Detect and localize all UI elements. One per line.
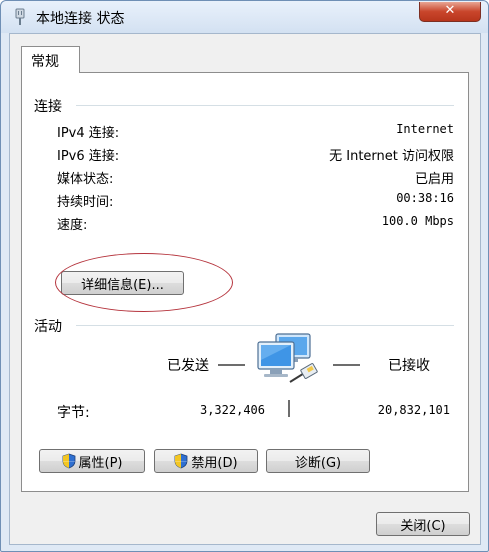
bytes-received-value: 20,832,101: [377, 403, 450, 417]
close-button-label: 关闭(C): [400, 518, 446, 534]
speed-value: 100.0 Mbps: [381, 214, 454, 228]
diagnose-button[interactable]: 诊断(G): [266, 449, 370, 473]
details-button[interactable]: 详细信息(E)...: [61, 271, 184, 295]
tab-general[interactable]: 常规: [21, 46, 80, 73]
duration-value: 00:38:16: [396, 191, 454, 205]
ipv6-value: 无 Internet 访问权限: [329, 149, 454, 164]
connection-heading: 连接: [34, 99, 62, 115]
bytes-label: 字节:: [57, 405, 90, 421]
activity-separator: [288, 400, 290, 417]
speed-label: 速度:: [57, 218, 88, 233]
uac-shield-icon: [175, 453, 188, 469]
received-label: 已接收: [388, 358, 430, 374]
connection-divider: [76, 105, 454, 106]
ipv6-label: IPv6 连接:: [57, 149, 120, 164]
sent-dash: [218, 364, 245, 366]
network-adapter-icon: [15, 8, 25, 25]
uac-shield-icon: [62, 453, 75, 469]
close-icon: ✕: [444, 3, 456, 18]
status-window: 本地连接 状态 ✕ 常规 连接 IPv4 连接: Internet IPv6 连…: [0, 0, 489, 552]
activity-divider: [76, 325, 454, 326]
tab-panel: 连接 IPv4 连接: Internet IPv6 连接: 无 Internet…: [21, 72, 469, 492]
received-dash: [333, 364, 360, 366]
window-title: 本地连接 状态: [36, 11, 125, 27]
network-computers-icon: [257, 333, 318, 383]
properties-button[interactable]: 属性(P): [39, 449, 145, 473]
tab-general-label: 常规: [31, 54, 59, 70]
media-state-label: 媒体状态:: [57, 172, 114, 187]
disable-button-label: 禁用(D): [191, 455, 238, 471]
sent-label: 已发送: [167, 358, 209, 374]
media-state-value: 已启用: [414, 172, 454, 187]
disable-button[interactable]: 禁用(D): [154, 449, 258, 473]
close-window-button[interactable]: ✕: [419, 2, 481, 22]
properties-button-label: 属性(P): [78, 455, 123, 471]
duration-label: 持续时间:: [57, 195, 114, 210]
close-button[interactable]: 关闭(C): [376, 512, 470, 536]
ipv4-label: IPv4 连接:: [57, 126, 120, 141]
ipv4-value: Internet: [396, 122, 454, 136]
activity-heading: 活动: [34, 319, 62, 335]
client-area: 常规 连接 IPv4 连接: Internet IPv6 连接: 无 Inter…: [9, 33, 481, 545]
bytes-sent-value: 3,322,406: [199, 403, 265, 417]
title-bar[interactable]: 本地连接 状态 ✕: [1, 1, 488, 33]
diagnose-button-label: 诊断(G): [294, 455, 342, 471]
details-button-label: 详细信息(E)...: [81, 277, 164, 293]
